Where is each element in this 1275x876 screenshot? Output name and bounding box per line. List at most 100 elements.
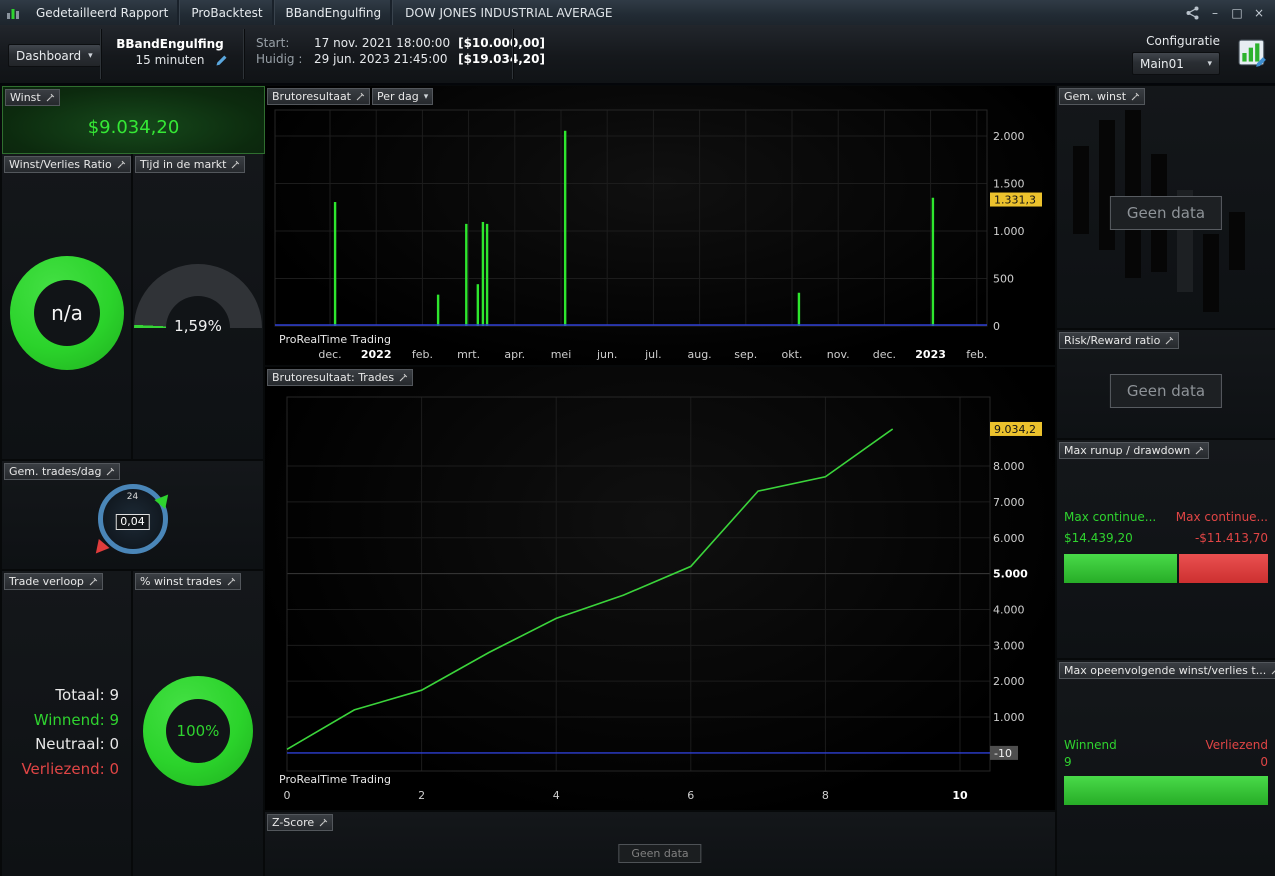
current-datetime: 29 jun. 2023 21:45:00 [314, 52, 448, 66]
svg-text:dec.: dec. [318, 348, 341, 361]
start-label: Start: [256, 36, 290, 50]
protrading-report-window: Gedetailleerd Rapport ProBacktest BBandE… [0, 0, 1275, 876]
svg-text:feb.: feb. [412, 348, 433, 361]
tab-probacktest[interactable]: ProBacktest [180, 0, 275, 25]
wrench-icon[interactable] [319, 818, 328, 827]
max-runup-drawdown-header: Max runup / drawdown [1059, 442, 1210, 459]
instrument-title: DOW JONES INDUSTRIAL AVERAGE [405, 5, 613, 20]
strategy-name: BBandEngulfing [116, 37, 224, 51]
wrench-icon[interactable] [89, 577, 98, 586]
chevron-down-icon: ▾ [88, 50, 93, 61]
svg-text:4: 4 [553, 789, 560, 802]
chevron-down-icon: ▾ [423, 91, 429, 102]
svg-text:1.000: 1.000 [993, 711, 1025, 724]
pct-winning-trades-header: % winst trades [135, 573, 241, 590]
svg-text:9.034,2: 9.034,2 [994, 423, 1036, 436]
max-consecutive-panel: Max opeenvolgende winst/verlies t... Win… [1057, 660, 1275, 876]
win-loss-ratio-value: n/a [51, 301, 83, 325]
svg-text:1.500: 1.500 [993, 178, 1025, 191]
avg-profit-no-data: Geen data [1109, 196, 1223, 230]
consecutive-win-bar [1064, 776, 1268, 805]
time-in-market-value: 1,59% [174, 317, 222, 335]
tab-bbandengulfing[interactable]: BBandEngulfing [275, 0, 394, 25]
z-score-header: Z-Score [267, 814, 334, 831]
trade-progress-header: Trade verloop [4, 573, 103, 590]
wrench-icon[interactable] [1131, 92, 1140, 101]
share-icon[interactable] [1185, 6, 1201, 20]
wrench-icon[interactable] [117, 160, 126, 169]
max-runup-value: $14.439,20 [1064, 531, 1133, 545]
trade-progress-panel: Trade verloop Totaal: 9 Winnend: 9 Neutraa… [2, 571, 131, 876]
gross-result-trades-header: Brutoresultaat: Trades [267, 369, 414, 386]
titlebar: Gedetailleerd Rapport ProBacktest BBandE… [0, 0, 1275, 26]
trade-verloop-row: Winnend: 9 [33, 710, 119, 729]
report-config-icon[interactable] [1237, 37, 1269, 69]
risk-reward-no-data: Geen data [1109, 374, 1223, 408]
svg-text:2.000: 2.000 [993, 675, 1025, 688]
period-select[interactable]: Per dag ▾ [372, 88, 434, 105]
wrench-icon[interactable] [231, 160, 240, 169]
svg-text:apr.: apr. [504, 348, 525, 361]
max-runup-label: Max continue... [1064, 510, 1157, 524]
current-capital: [$19.034,20] [458, 52, 545, 66]
wrench-icon[interactable] [106, 467, 115, 476]
avg-profit-header: Gem. winst [1059, 88, 1146, 105]
svg-text:1.331,3: 1.331,3 [994, 194, 1036, 207]
pct-winning-donut: 100% [143, 676, 253, 786]
toolbar: Dashboard ▾ BBandEngulfing 15 minuten Sta… [0, 25, 1275, 85]
trades-per-day-dial: 24 0,04 [89, 481, 174, 561]
svg-text:0: 0 [993, 320, 1000, 333]
svg-text:ProRealTime Trading: ProRealTime Trading [279, 773, 391, 786]
avg-profit-panel: Gem. winst Geen data [1057, 86, 1275, 328]
z-score-no-data: Geen data [618, 844, 702, 863]
trade-verloop-row: Totaal: 9 [55, 686, 119, 704]
wrench-icon[interactable] [1195, 446, 1204, 455]
wrench-icon[interactable] [399, 373, 408, 382]
tab-gedetailleerd-rapport[interactable]: Gedetailleerd Rapport [25, 0, 181, 25]
max-drawdown-value: -$11.413,70 [1194, 531, 1268, 545]
svg-text:jun.: jun. [596, 348, 618, 361]
wrench-icon[interactable] [356, 92, 365, 101]
svg-text:8: 8 [822, 789, 829, 802]
risk-reward-header: Risk/Reward ratio [1059, 332, 1180, 349]
svg-text:3.000: 3.000 [993, 639, 1025, 652]
wrench-icon[interactable] [1165, 336, 1174, 345]
win-loss-ratio-donut: n/a [10, 256, 124, 370]
svg-text:6: 6 [687, 789, 694, 802]
svg-text:ProRealTime Trading: ProRealTime Trading [279, 333, 391, 346]
svg-text:2: 2 [418, 789, 425, 802]
maximize-button[interactable]: □ [1229, 6, 1245, 20]
max-drawdown-bar [1179, 554, 1268, 583]
dashboard-select[interactable]: Dashboard ▾ [8, 44, 101, 67]
consecutive-win-label: Winnend [1064, 738, 1117, 752]
max-consecutive-header: Max opeenvolgende winst/verlies t... [1059, 662, 1275, 679]
gross-result-daily-panel: Brutoresultaat Per dag ▾ 0 500 1.000 1.500 2.… [265, 86, 1055, 365]
svg-text:6.000: 6.000 [993, 532, 1025, 545]
svg-text:-10: -10 [994, 747, 1012, 760]
svg-text:okt.: okt. [782, 348, 803, 361]
profit-panel-header: Winst [5, 89, 60, 106]
close-button[interactable]: × [1251, 6, 1267, 20]
trades-per-day-value: 0,04 [115, 514, 150, 530]
trade-verloop-row: Neutraal: 0 [35, 735, 119, 753]
pct-winning-trades-panel: % winst trades 100% [133, 571, 263, 876]
config-select[interactable]: Main01 ▾ [1132, 52, 1220, 75]
consecutive-loss-value: 0 [1260, 755, 1268, 769]
app-chart-icon [0, 0, 25, 25]
trades-line-chart: 1.000 2.000 3.000 4.000 5.000 6.000 7.000 8.000… [279, 396, 1042, 802]
svg-text:nov.: nov. [827, 348, 850, 361]
svg-text:mei: mei [551, 348, 572, 361]
max-runup-drawdown-panel: Max runup / drawdown Max continue... Max… [1057, 440, 1275, 658]
start-datetime: 17 nov. 2021 18:00:00 [314, 36, 451, 50]
svg-text:2.000: 2.000 [993, 130, 1025, 143]
wrench-icon[interactable] [46, 93, 55, 102]
wrench-icon[interactable] [227, 577, 236, 586]
edit-strategy-icon[interactable] [215, 54, 228, 67]
minimize-button[interactable]: – [1207, 6, 1223, 20]
profit-value: $9.034,20 [87, 117, 180, 138]
trade-verloop-rows: Totaal: 9 Winnend: 9 Neutraal: 0 Verliezend… [21, 683, 119, 781]
time-in-market-header: Tijd in de markt [135, 156, 246, 173]
daily-bar-chart: 0 500 1.000 1.500 2.000 1.331,3 dec. 2022 feb. mr… [274, 109, 1042, 361]
chevron-down-icon: ▾ [1207, 58, 1212, 69]
wrench-icon[interactable] [1271, 666, 1275, 675]
